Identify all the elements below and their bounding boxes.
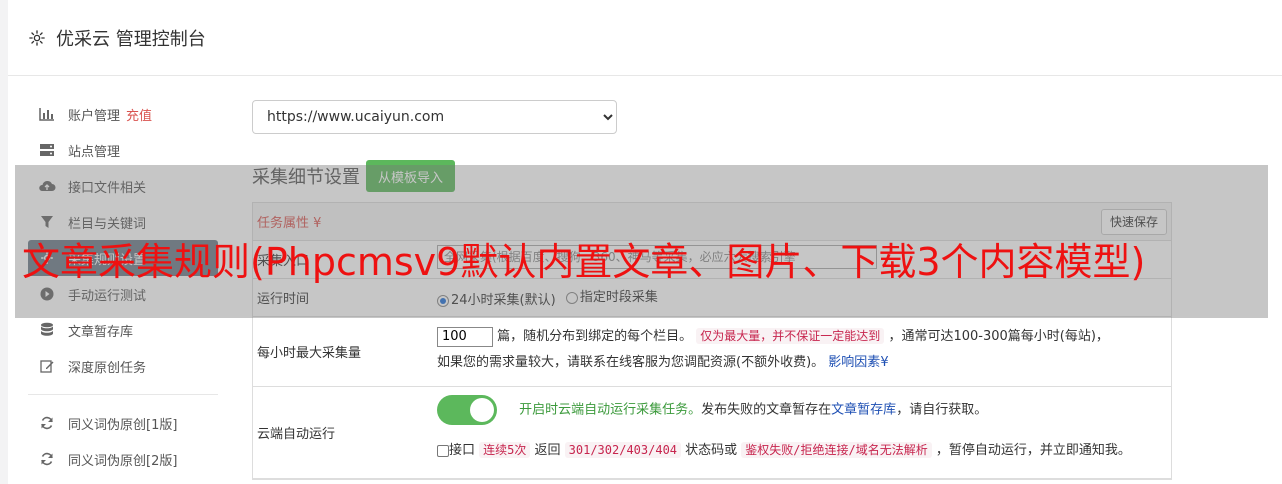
cloud-auto-toggle[interactable] — [437, 395, 497, 425]
cloud-text-4: 状态码或 — [681, 443, 742, 458]
cloud-text-3: 返回 — [530, 443, 565, 458]
cloud-text-5: ，暂停自动运行，并立即通知我。 — [931, 443, 1131, 458]
cloud-auto-row: 云端自动运行 开启时云端自动运行采集任务。发布失败的文章暂存在文章暂存库，请自行… — [253, 387, 1171, 479]
gear-icon — [29, 29, 45, 46]
max-text-3: 如果您的需求量较大，请联系在线客服为您调配资源(不额外收费)。 — [437, 355, 825, 370]
max-per-hour-label: 每小时最大采集量 — [257, 346, 362, 361]
sidebar-item-sites[interactable]: 站点管理 — [28, 132, 218, 168]
auth-failure-code: 鉴权失败/拒绝连接/域名无法解析 — [741, 442, 932, 458]
sidebar-item-label: 同义词伪原创[2版] — [68, 453, 178, 469]
sidebar-item-deep-original[interactable]: 深度原创任务 — [28, 348, 218, 384]
pause-chk-label: 接口 — [449, 443, 476, 458]
article-store-link[interactable]: 文章暂存库 — [831, 403, 896, 418]
edit-icon — [38, 357, 56, 375]
sidebar-item-synonym-v1[interactable]: 同义词伪原创[1版] — [28, 405, 218, 441]
sidebar-item-label: 同义词伪原创[1版] — [68, 417, 178, 433]
overlay-caption: 文章采集规则(Phpcmsv9默认内置文章、图片、下载3个内容模型) — [22, 240, 1146, 284]
header: 优采云 管理控制台 — [8, 0, 1282, 76]
sidebar-item-label: 文章暂存库 — [68, 324, 134, 340]
sidebar-item-account[interactable]: 账户管理 充值 — [28, 96, 218, 132]
max-text-1: 篇，随机分布到绑定的每个栏目。 — [497, 329, 693, 344]
status-codes-code: 301/302/403/404 — [564, 442, 682, 458]
refresh-icon — [38, 450, 56, 468]
sidebar-item-label: 账户管理 — [68, 108, 121, 124]
site-select[interactable]: https://www.ucaiyun.com — [252, 100, 617, 134]
refresh-icon — [38, 414, 56, 432]
sidebar-item-synonym-v2[interactable]: 同义词伪原创[2版] — [28, 441, 218, 477]
cloud-green-text: 开启时云端自动运行采集任务。 — [519, 402, 702, 418]
cloud-text-1: 发布失败的文章暂存在 — [701, 402, 832, 418]
recharge-link[interactable]: 充值 — [126, 105, 152, 124]
page-title: 优采云 管理控制台 — [56, 28, 206, 50]
max-per-hour-input[interactable] — [437, 326, 493, 347]
chevron-down-icon: ¥ — [880, 355, 889, 370]
max-per-hour-row: 每小时最大采集量 篇，随机分布到绑定的每个栏目。 仅为最大量，并不保证一定能达到… — [253, 317, 1171, 387]
max-note-code: 仅为最大量，并不保证一定能达到 — [696, 328, 885, 344]
sidebar-item-label: 站点管理 — [68, 144, 121, 160]
database-icon — [38, 321, 56, 339]
max-text-2: ，通常可达100-300篇每小时(每站)， — [888, 329, 1109, 344]
sidebar-divider — [28, 394, 218, 395]
pause-checkbox[interactable] — [437, 444, 449, 457]
bar-chart-icon — [38, 105, 56, 123]
cloud-text-2: ，请自行获取。 — [896, 402, 988, 418]
pause-rule-line: 接口 连续5次 返回 301/302/403/404 状态码或 鉴权失败/拒绝连… — [437, 439, 1171, 462]
sidebar-item-label: 深度原创任务 — [68, 360, 147, 376]
server-icon — [38, 141, 56, 159]
consecutive-code: 连续5次 — [479, 442, 531, 458]
factors-link[interactable]: 影响因素 — [828, 355, 880, 370]
cloud-auto-label: 云端自动运行 — [257, 427, 336, 442]
